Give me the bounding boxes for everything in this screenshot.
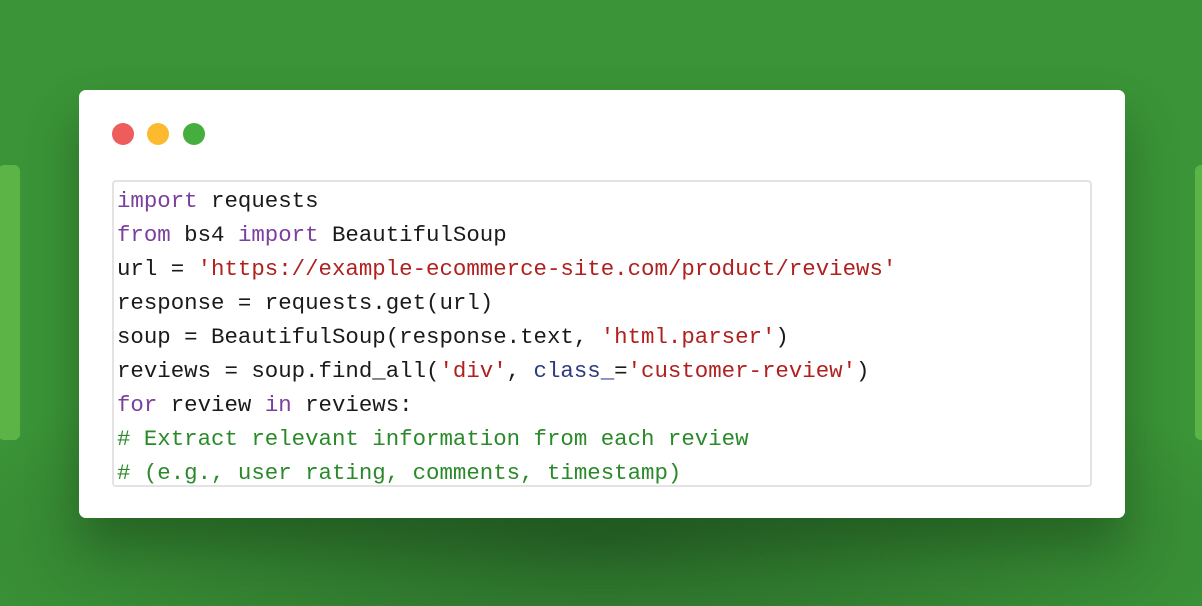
parameter-name: class_ — [533, 358, 615, 384]
code-text: , — [506, 358, 534, 384]
code-text: soup = BeautifulSoup(response.text, — [117, 324, 601, 350]
code-text: BeautifulSoup — [318, 222, 507, 248]
code-window: import requests from bs4 import Beautifu… — [79, 90, 1125, 518]
code-line: # (e.g., user rating, comments, timestam… — [114, 456, 1090, 490]
code-text: reviews: — [291, 392, 413, 418]
keyword: import — [237, 222, 319, 248]
code-text: url = — [117, 256, 198, 282]
code-line: soup = BeautifulSoup(response.text, 'htm… — [114, 320, 1090, 354]
comment: # (e.g., user rating, comments, timestam… — [117, 460, 682, 486]
code-text: reviews = soup.find_all( — [117, 358, 440, 384]
background-panel-right — [1195, 165, 1202, 440]
code-text: ) — [856, 358, 870, 384]
code-line: import requests — [114, 184, 1090, 218]
code-line: # Extract relevant information from each… — [114, 422, 1090, 456]
code-text: review — [157, 392, 265, 418]
comment: # Extract relevant information from each… — [117, 426, 749, 452]
keyword: for — [117, 392, 158, 418]
code-line: for review in reviews: — [114, 388, 1090, 422]
string-literal: 'customer-review' — [627, 358, 857, 384]
keyword: in — [264, 392, 292, 418]
code-line: url = 'https://example-ecommerce-site.co… — [114, 252, 1090, 286]
code-line: from bs4 import BeautifulSoup — [114, 218, 1090, 252]
string-literal: 'html.parser' — [600, 324, 776, 350]
keyword: from — [117, 222, 171, 248]
code-text: = — [614, 358, 628, 384]
code-text: response = requests.get(url) — [117, 290, 494, 316]
string-literal: 'div' — [439, 358, 507, 384]
code-line: reviews = soup.find_all('div', class_='c… — [114, 354, 1090, 388]
code-block: import requests from bs4 import Beautifu… — [112, 180, 1092, 487]
string-literal: 'https://example-ecommerce-site.com/prod… — [197, 256, 897, 282]
code-text: ) — [775, 324, 789, 350]
code-text: requests — [197, 188, 319, 214]
code-text: bs4 — [170, 222, 238, 248]
minimize-button[interactable] — [147, 123, 169, 145]
keyword: import — [117, 188, 198, 214]
background-panel-left — [0, 165, 20, 440]
code-line: response = requests.get(url) — [114, 286, 1090, 320]
close-button[interactable] — [112, 123, 134, 145]
maximize-button[interactable] — [183, 123, 205, 145]
